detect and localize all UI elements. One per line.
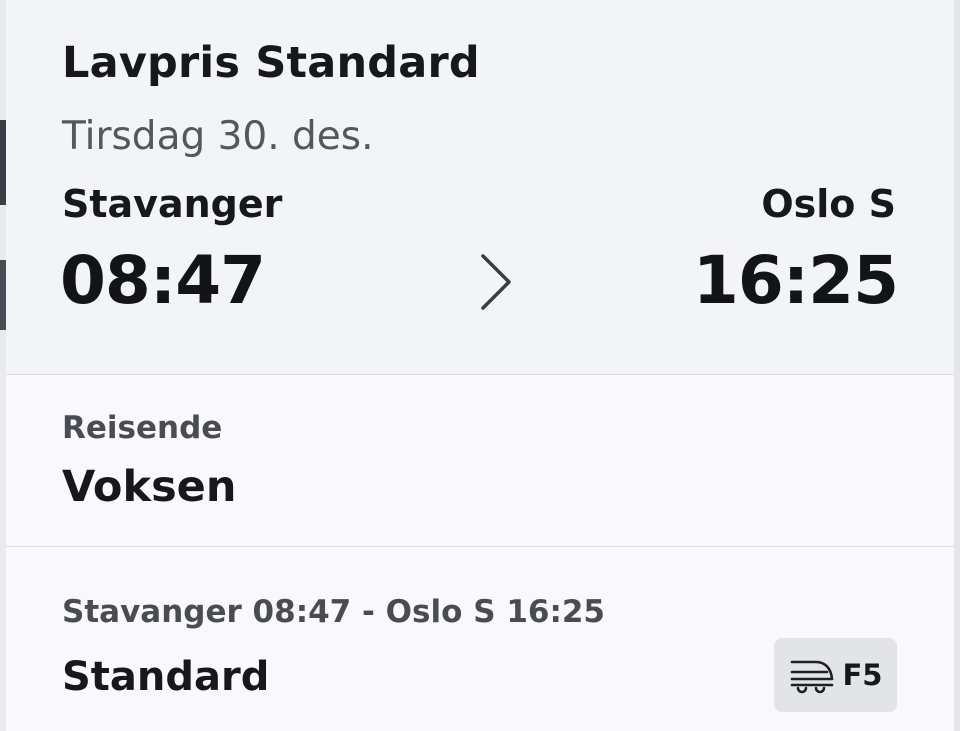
departure-time: 08:47 (60, 242, 266, 319)
chevron-right-icon (481, 254, 511, 310)
ticket-card: Lavpris Standard Tirsdag 30. des. Stavan… (6, 0, 954, 731)
train-line-label: F5 (842, 658, 883, 692)
ticket-type-title: Lavpris Standard (62, 38, 480, 88)
train-line-badge: F5 (774, 638, 897, 712)
travelers-label: Reisende (62, 410, 223, 446)
background-right-edge (954, 0, 960, 731)
origin-station: Stavanger (62, 182, 283, 226)
train-icon (790, 660, 833, 694)
trip-leg-section: Stavanger 08:47 - Oslo S 16:25 Standard … (6, 548, 954, 731)
destination-station: Oslo S (761, 182, 896, 226)
travelers-section: Reisende Voksen (6, 376, 954, 547)
leg-class: Standard (62, 654, 270, 700)
journey-summary: Lavpris Standard Tirsdag 30. des. Stavan… (6, 0, 954, 375)
arrival-time: 16:25 (692, 242, 899, 319)
leg-route: Stavanger 08:47 - Oslo S 16:25 (62, 594, 605, 630)
travel-date: Tirsdag 30. des. (62, 114, 374, 159)
travelers-value: Voksen (62, 462, 237, 512)
